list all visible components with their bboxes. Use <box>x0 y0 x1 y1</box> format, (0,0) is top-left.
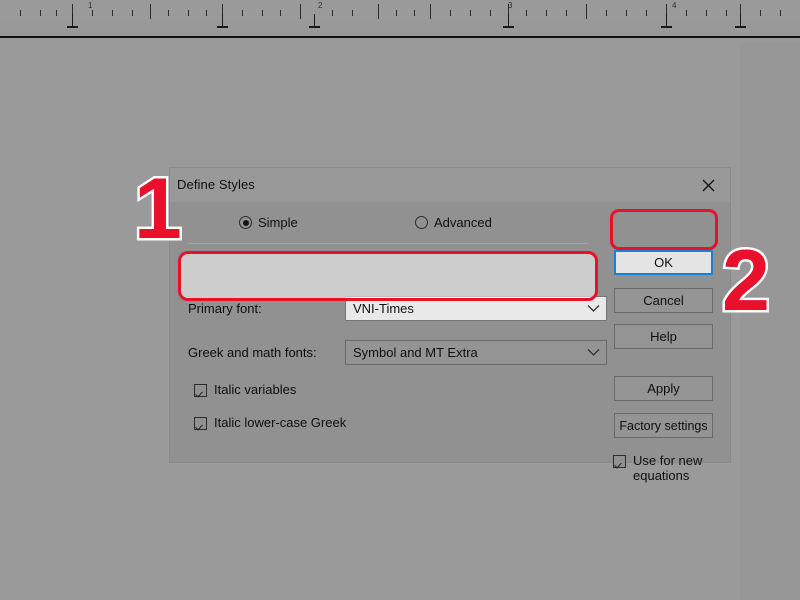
radio-simple-label: Simple <box>258 215 298 230</box>
radio-simple[interactable]: Simple <box>239 215 298 230</box>
greek-math-font-row: Greek and math fonts: Symbol and MT Extr… <box>188 340 607 365</box>
ruler-tab-stop[interactable] <box>661 14 672 28</box>
group-separator <box>188 243 588 244</box>
ruler-tick-minor <box>188 10 189 16</box>
ruler-tick-minor <box>396 10 397 16</box>
ruler-tick-minor <box>646 10 647 16</box>
dialog-title: Define Styles <box>177 177 255 192</box>
ruler-tick-minor <box>414 10 415 16</box>
ruler-tick-minor <box>450 10 451 16</box>
primary-font-row: Primary font: VNI-Times <box>188 296 607 321</box>
ruler-tick-minor <box>206 10 207 16</box>
ok-button[interactable]: OK <box>614 250 713 275</box>
ruler-mark: 3 <box>508 1 513 10</box>
chevron-down-icon <box>580 348 606 357</box>
ruler-underband <box>0 38 800 43</box>
help-button[interactable]: Help <box>614 324 713 349</box>
checkbox-checked-icon <box>194 384 207 397</box>
ruler-strip <box>0 0 800 21</box>
ruler-tick-major <box>586 4 587 19</box>
ruler-tab-stop[interactable] <box>309 14 320 28</box>
use-new-line1: Use for new <box>633 453 703 468</box>
define-styles-dialog: Define Styles Simple Advanced Primary fo… <box>170 168 730 483</box>
ruler-tick-minor <box>606 10 607 16</box>
ruler-mark: 2 <box>318 1 323 10</box>
checkbox-checked-icon <box>194 417 207 430</box>
document-ruler[interactable]: 1 2 3 4 <box>0 0 800 43</box>
ruler-tick-minor <box>332 10 333 16</box>
ruler-tick-minor <box>780 10 781 16</box>
ruler-tick-minor <box>262 10 263 16</box>
greek-math-font-select[interactable]: Symbol and MT Extra <box>345 340 607 365</box>
primary-font-select[interactable]: VNI-Times <box>345 296 607 321</box>
radio-advanced[interactable]: Advanced <box>415 215 492 230</box>
ruler-tick-minor <box>726 10 727 16</box>
style-mode-radio-group: Simple Advanced <box>170 215 600 237</box>
ruler-tick-minor <box>526 10 527 16</box>
ruler-tick-minor <box>626 10 627 16</box>
ruler-tick-minor <box>40 10 41 16</box>
ruler-tick-major <box>300 4 301 19</box>
checkbox-use-for-new-equations[interactable]: Use for new equations <box>613 453 702 483</box>
checkbox-italic-lowercase-greek-label: Italic lower-case Greek <box>214 415 347 430</box>
cancel-button[interactable]: Cancel <box>614 288 713 313</box>
checkbox-italic-lowercase-greek[interactable]: Italic lower-case Greek <box>194 415 346 430</box>
ruler-tick-minor <box>132 10 133 16</box>
ruler-tick-major <box>430 4 431 19</box>
ruler-tab-stop[interactable] <box>217 14 228 28</box>
ruler-tick-minor <box>92 10 93 16</box>
radio-advanced-label: Advanced <box>434 215 492 230</box>
greek-math-font-label: Greek and math fonts: <box>188 345 317 360</box>
app-root: 1 2 3 4 Define Styles Simple Advanced Prima… <box>0 0 800 600</box>
ruler-tick-minor <box>20 10 21 16</box>
ruler-tick-minor <box>566 10 567 16</box>
checkbox-italic-variables[interactable]: Italic variables <box>194 382 296 397</box>
close-icon <box>702 179 715 192</box>
close-button[interactable] <box>686 168 730 202</box>
ruler-tick-minor <box>168 10 169 16</box>
checkbox-use-for-new-equations-label: Use for new equations <box>633 453 702 483</box>
ruler-tick-major <box>150 4 151 19</box>
ruler-tick-minor <box>112 10 113 16</box>
ruler-mark: 1 <box>88 1 93 10</box>
ruler-tick-minor <box>352 10 353 16</box>
apply-button[interactable]: Apply <box>614 376 713 401</box>
factory-settings-button[interactable]: Factory settings <box>614 413 713 438</box>
ruler-tick-minor <box>280 10 281 16</box>
primary-font-label: Primary font: <box>188 301 262 316</box>
ruler-tick-major <box>378 4 379 19</box>
dialog-titlebar[interactable]: Define Styles <box>170 168 730 202</box>
radio-selected-icon <box>239 216 252 229</box>
document-right-margin <box>740 43 800 600</box>
chevron-down-icon <box>580 304 606 313</box>
ruler-lower-band <box>0 21 800 35</box>
radio-unselected-icon <box>415 216 428 229</box>
ruler-tab-stop[interactable] <box>735 14 746 28</box>
primary-font-value: VNI-Times <box>353 301 414 316</box>
ruler-tab-stop[interactable] <box>67 14 78 28</box>
ruler-tick-minor <box>242 10 243 16</box>
checkbox-italic-variables-label: Italic variables <box>214 382 297 397</box>
ruler-tick-minor <box>470 10 471 16</box>
ruler-tick-minor <box>706 10 707 16</box>
ruler-tick-minor <box>56 10 57 16</box>
use-new-line2: equations <box>633 468 690 483</box>
ruler-tick-minor <box>760 10 761 16</box>
checkbox-checked-icon <box>613 455 626 468</box>
ruler-mark: 4 <box>672 1 677 10</box>
ruler-tick-minor <box>490 10 491 16</box>
ruler-tab-stop[interactable] <box>503 14 514 28</box>
greek-math-font-value: Symbol and MT Extra <box>353 345 478 360</box>
ruler-tick-minor <box>546 10 547 16</box>
ruler-tick-minor <box>686 10 687 16</box>
dialog-body: Simple Advanced Primary font: VNI-Times <box>170 202 730 483</box>
